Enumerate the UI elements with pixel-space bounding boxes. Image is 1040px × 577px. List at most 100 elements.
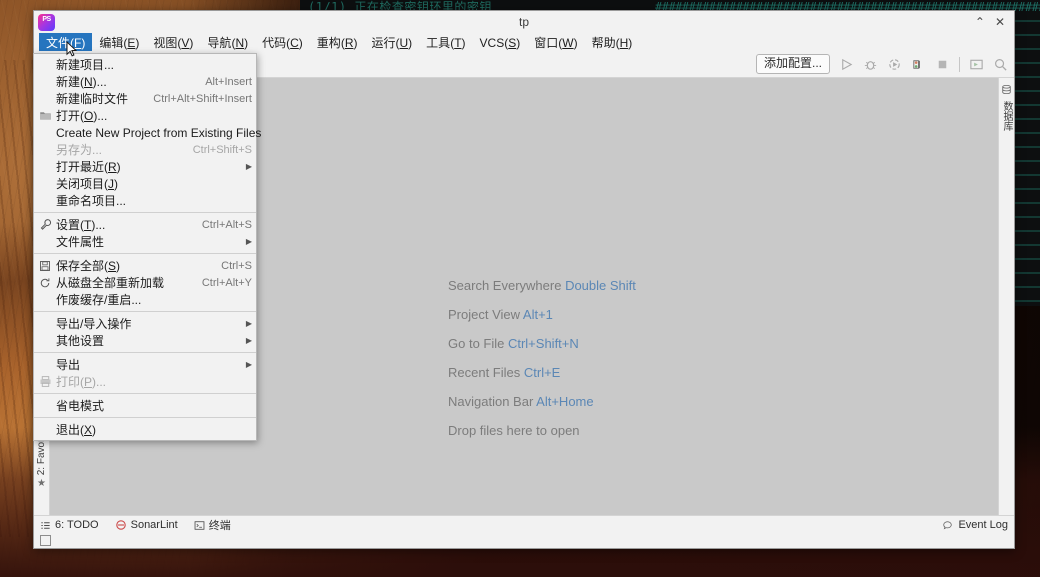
search-icon[interactable] xyxy=(993,57,1008,72)
status-item-terminal-label: 终端 xyxy=(209,517,231,533)
status-item-todo[interactable]: 6: TODO xyxy=(40,519,99,531)
menubar-item-n[interactable]: 导航(N) xyxy=(200,33,255,51)
menubar-item-label: 工具 xyxy=(426,34,450,51)
menu-item-文件属性[interactable]: 文件属性▶ xyxy=(34,233,256,250)
menu-item-打开最近[interactable]: 打开最近(R)▶ xyxy=(34,158,256,175)
menubar-item-r[interactable]: 重构(R) xyxy=(310,33,365,51)
event-log-label[interactable]: Event Log xyxy=(958,519,1008,531)
menu-item-省电模式[interactable]: 省电模式 xyxy=(34,397,256,414)
menubar-item-mnemonic: (N) xyxy=(231,36,248,50)
menu-item-no-icon xyxy=(34,159,56,174)
status-item-sonarlint[interactable]: SonarLint xyxy=(115,519,178,531)
stop-icon[interactable] xyxy=(935,57,950,72)
menubar-item-mnemonic: (E) xyxy=(123,36,139,50)
menu-item-打开-[interactable]: 打开(O)... xyxy=(34,107,256,124)
status-item-terminal[interactable]: 终端 xyxy=(194,517,231,533)
menu-item-label: 打开(O)... xyxy=(56,107,252,124)
shortcut-hint-label: Navigation Bar xyxy=(448,394,536,409)
menubar-item-h[interactable]: 帮助(H) xyxy=(585,33,640,51)
debug-icon[interactable] xyxy=(863,57,878,72)
submenu-arrow-icon: ▶ xyxy=(236,336,252,345)
menu-bar[interactable]: 文件(F)编辑(E)视图(V)导航(N)代码(C)重构(R)运行(U)工具(T)… xyxy=(34,33,1014,51)
menu-item-关闭项目[interactable]: 关闭项目(J) xyxy=(34,175,256,192)
menu-item-新建临时文件[interactable]: 新建临时文件Ctrl+Alt+Shift+Insert xyxy=(34,90,256,107)
menu-separator xyxy=(34,393,256,394)
menu-item-设置-[interactable]: 设置(T)...Ctrl+Alt+S xyxy=(34,216,256,233)
menu-item-label: 打开最近(R) xyxy=(56,158,236,175)
phpstorm-logo-icon: PS xyxy=(38,14,55,31)
menubar-item-e[interactable]: 编辑(E) xyxy=(92,33,146,51)
menu-item-label: 导出 xyxy=(56,356,236,373)
menu-item-no-icon xyxy=(34,234,56,249)
menubar-item-c[interactable]: 代码(C) xyxy=(255,33,310,51)
star-icon: ★ xyxy=(37,478,46,489)
shortcut-hint-label: Project View xyxy=(448,307,523,322)
printer-icon xyxy=(34,374,56,389)
menu-item-作废缓存-重启-[interactable]: 作废缓存/重启... xyxy=(34,291,256,308)
run-with-coverage-icon[interactable] xyxy=(887,57,902,72)
menu-item-label: 导出/导入操作 xyxy=(56,315,236,332)
shortcut-hint-key: Alt+Home xyxy=(536,394,593,409)
file-menu-dropdown[interactable]: 新建项目...新建(N)...Alt+Insert新建临时文件Ctrl+Alt+… xyxy=(33,53,257,441)
run-icon[interactable] xyxy=(839,57,854,72)
menu-item-no-icon xyxy=(34,57,56,72)
menu-separator xyxy=(34,352,256,353)
menubar-item-label: 编辑 xyxy=(99,34,123,51)
menu-item-label: 文件属性 xyxy=(56,233,236,250)
submenu-arrow-icon: ▶ xyxy=(236,319,252,328)
menu-item-label: 关闭项目(J) xyxy=(56,175,252,192)
shortcut-hint-label: Drop files here to open xyxy=(448,423,580,438)
database-strip-icon[interactable] xyxy=(1001,84,1012,95)
menu-item-保存全部[interactable]: 保存全部(S)Ctrl+S xyxy=(34,257,256,274)
menu-item-no-icon xyxy=(34,91,56,106)
menu-item-no-icon xyxy=(34,176,56,191)
add-configuration-button[interactable]: 添加配置... xyxy=(756,54,830,74)
menu-item-no-icon xyxy=(34,142,56,157)
menu-item-label: 另存为... xyxy=(56,141,179,158)
menubar-item-t[interactable]: 工具(T) xyxy=(419,33,472,51)
menu-item-重命名项目-[interactable]: 重命名项目... xyxy=(34,192,256,209)
menu-item-label: 设置(T)... xyxy=(56,216,188,233)
menubar-item-label: 帮助 xyxy=(592,34,616,51)
menu-item-退出[interactable]: 退出(X) xyxy=(34,421,256,438)
close-icon[interactable]: ✕ xyxy=(995,16,1005,28)
shortcut-hint-key: Ctrl+E xyxy=(524,365,560,380)
menu-item-no-icon xyxy=(34,357,56,372)
menu-item-create-new-project-from-existing-files[interactable]: Create New Project from Existing Files xyxy=(34,124,256,141)
shortcut-hint-key: Alt+1 xyxy=(523,307,553,322)
stack-window-icon[interactable] xyxy=(40,535,51,546)
menu-item-导出-导入操作[interactable]: 导出/导入操作▶ xyxy=(34,315,256,332)
profiler-icon[interactable] xyxy=(911,57,926,72)
menubar-item-mnemonic: (W) xyxy=(558,36,577,50)
menubar-item-label: VCS xyxy=(480,36,505,50)
menu-item-导出[interactable]: 导出▶ xyxy=(34,356,256,373)
menu-item-accelerator: Alt+Insert xyxy=(191,76,252,88)
menubar-item-u[interactable]: 运行(U) xyxy=(364,33,419,51)
menubar-item-w[interactable]: 窗口(W) xyxy=(527,33,584,51)
title-bar[interactable]: PS tp ⌃ ✕ xyxy=(34,11,1014,33)
right-tool-strip: 数据库 xyxy=(998,78,1014,515)
sidebar-item-database-label[interactable]: 数据库 xyxy=(999,101,1014,131)
menubar-item-v[interactable]: 视图(V) xyxy=(146,33,200,51)
menubar-item-mnemonic: (R) xyxy=(341,36,358,50)
menu-item-no-icon xyxy=(34,316,56,331)
menu-item-label: 从磁盘全部重新加载 xyxy=(56,274,188,291)
menu-item-从磁盘全部重新加载[interactable]: 从磁盘全部重新加载Ctrl+Alt+Y xyxy=(34,274,256,291)
menu-item-label: 新建项目... xyxy=(56,56,252,73)
status-bar: 6: TODO SonarLint 终端 Event Log xyxy=(34,515,1014,534)
menu-item-其他设置[interactable]: 其他设置▶ xyxy=(34,332,256,349)
menu-item-新建项目-[interactable]: 新建项目... xyxy=(34,56,256,73)
status-item-sonarlint-label: SonarLint xyxy=(131,519,178,531)
menubar-item-mnemonic: (H) xyxy=(616,36,633,50)
menu-item-label: 重命名项目... xyxy=(56,192,252,209)
menu-item-新建-[interactable]: 新建(N)...Alt+Insert xyxy=(34,73,256,90)
minimize-icon[interactable]: ⌃ xyxy=(975,16,985,28)
submenu-arrow-icon: ▶ xyxy=(236,162,252,171)
wrench-icon xyxy=(34,217,56,232)
menubar-item-label: 运行 xyxy=(371,34,395,51)
ide-bottom-padding xyxy=(34,534,1014,548)
shortcut-hint-key: Double Shift xyxy=(565,278,636,293)
menubar-item-s[interactable]: VCS(S) xyxy=(473,33,528,51)
hide-all-windows-icon[interactable] xyxy=(969,57,984,72)
menu-item-accelerator: Ctrl+Alt+Shift+Insert xyxy=(139,93,252,105)
